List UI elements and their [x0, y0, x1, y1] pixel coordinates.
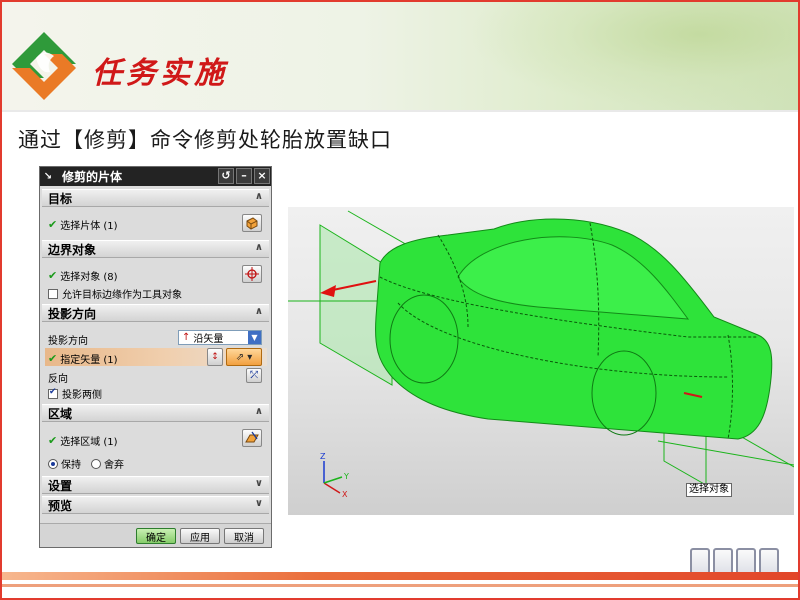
pin-icon[interactable]: ↘ [40, 171, 56, 182]
project-both-sides-row[interactable]: 投影两侧 [48, 386, 102, 401]
viewport-canvas: Z X Y [288, 207, 794, 515]
allow-target-edge-checkbox[interactable] [48, 289, 58, 299]
section-region-title: 区域 [48, 405, 72, 422]
chevron-up-icon[interactable]: ∧ [255, 242, 263, 253]
dialog-title: 修剪的片体 [62, 168, 122, 185]
section-projection-title: 投影方向 [48, 305, 96, 322]
section-settings-title: 设置 [48, 477, 72, 494]
coordinate-triad-icon: Z X Y [320, 452, 349, 499]
section-projection: 投影方向 ∧ [42, 304, 269, 322]
projection-direction-value: 沿矢量 [193, 330, 223, 345]
section-region-header[interactable]: 区域 ∧ [42, 404, 269, 422]
crosshair-icon [245, 267, 259, 281]
section-projection-header[interactable]: 投影方向 ∧ [42, 304, 269, 322]
keep-radio[interactable] [48, 459, 58, 469]
dropdown-arrow-icon[interactable]: ▼ [248, 331, 261, 344]
section-region: 区域 ∧ [42, 404, 269, 422]
select-object-button[interactable] [242, 265, 262, 283]
sheet-body-icon [245, 216, 259, 230]
section-preview-title: 预览 [48, 497, 72, 514]
header-leaf-decoration [468, 2, 798, 110]
vector-type-dropdown[interactable]: ⇗ ▾ [226, 348, 262, 366]
target-select-row[interactable]: ✔ 选择片体 (1) [48, 217, 118, 232]
specify-vector-row[interactable]: ✔ 指定矢量 (1) [48, 351, 118, 366]
footer-bar [2, 572, 798, 580]
ok-button[interactable]: 确定 [136, 528, 176, 544]
close-icon[interactable]: × [254, 168, 270, 184]
svg-text:X: X [342, 490, 348, 499]
vector-icon: ↕ [211, 352, 219, 362]
header-divider [2, 110, 798, 112]
project-both-sides-checkbox[interactable] [48, 389, 58, 399]
reverse-direction-icon: ⤱ [250, 370, 258, 381]
section-target-title: 目标 [48, 190, 72, 207]
section-boundary: 边界对象 ∧ [42, 240, 269, 258]
allow-target-edge-label: 允许目标边缘作为工具对象 [62, 286, 182, 301]
select-region-button[interactable] [242, 429, 262, 447]
logo-icon [6, 28, 82, 104]
keep-label: 保持 [61, 456, 81, 471]
apply-button[interactable]: 应用 [180, 528, 220, 544]
section-boundary-title: 边界对象 [48, 241, 96, 258]
reverse-direction-button[interactable]: ⤱ [246, 368, 262, 383]
section-target-header[interactable]: 目标 ∧ [42, 189, 269, 207]
slide-subtitle: 通过【修剪】命令修剪处轮胎放置缺口 [18, 124, 392, 154]
reverse-row: 反向 [48, 370, 68, 385]
projection-direction-select[interactable]: ↑ 沿矢量 ▼ [178, 330, 262, 345]
discard-radio[interactable] [91, 459, 101, 469]
chevron-up-icon[interactable]: ∧ [255, 406, 263, 417]
reset-icon[interactable]: ↺ [218, 168, 234, 184]
footer-line [2, 584, 798, 587]
check-icon: ✔ [48, 218, 57, 231]
chevron-down-icon[interactable]: ∨ [255, 478, 263, 489]
section-preview-header[interactable]: 预览 ∨ [42, 496, 269, 514]
dialog-titlebar[interactable]: ↘ 修剪的片体 ↺ – × [40, 167, 271, 186]
graphics-viewport[interactable]: Z X Y 选择对象 [288, 207, 794, 515]
projection-direction-row: 投影方向 [48, 332, 88, 347]
section-settings-header[interactable]: 设置 ∨ [42, 476, 269, 494]
chevron-up-icon[interactable]: ∧ [255, 306, 263, 317]
svg-text:Z: Z [320, 452, 326, 461]
chevron-down-icon[interactable]: ∨ [255, 498, 263, 509]
select-sheet-button[interactable] [242, 214, 262, 232]
region-radio-row: 保持 舍弃 [48, 456, 124, 471]
svg-text:Y: Y [343, 472, 349, 481]
section-target: 目标 ∧ [42, 189, 269, 207]
boundary-select-label: 选择对象 (8) [60, 268, 117, 283]
region-icon [245, 431, 259, 445]
section-boundary-header[interactable]: 边界对象 ∧ [42, 240, 269, 258]
target-select-label: 选择片体 (1) [60, 217, 117, 232]
select-object-tooltip: 选择对象 [686, 483, 732, 497]
section-settings: 设置 ∨ [42, 476, 269, 494]
dialog-footer: 确定 应用 取消 [40, 523, 271, 547]
check-icon: ✔ [48, 352, 57, 365]
region-select-row[interactable]: ✔ 选择区域 (1) [48, 433, 118, 448]
slide-title: 任务实施 [92, 48, 228, 92]
check-icon: ✔ [48, 269, 57, 282]
car-sheet-body [376, 219, 772, 439]
region-select-label: 选择区域 (1) [60, 433, 117, 448]
boundary-select-row[interactable]: ✔ 选择对象 (8) [48, 268, 118, 283]
check-icon: ✔ [48, 434, 57, 447]
chevron-up-icon[interactable]: ∧ [255, 191, 263, 202]
minimize-icon[interactable]: – [236, 168, 252, 184]
projection-direction-label: 投影方向 [48, 332, 88, 347]
discard-label: 舍弃 [104, 456, 124, 471]
inferred-vector-icon: ⇗ ▾ [236, 352, 253, 363]
vector-dialog-button[interactable]: ↕ [207, 348, 223, 366]
allow-target-edge-row[interactable]: 允许目标边缘作为工具对象 [48, 286, 182, 301]
project-both-sides-label: 投影两侧 [62, 386, 102, 401]
vector-arrow-icon: ↑ [182, 332, 190, 343]
section-preview: 预览 ∨ [42, 496, 269, 514]
specify-vector-label: 指定矢量 (1) [60, 351, 117, 366]
trim-sheet-dialog: ↘ 修剪的片体 ↺ – × 目标 ∧ ✔ 选择片体 (1) 边界对象 ∧ ✔ 选… [39, 166, 272, 548]
reverse-label: 反向 [48, 370, 68, 385]
cancel-button[interactable]: 取消 [224, 528, 264, 544]
